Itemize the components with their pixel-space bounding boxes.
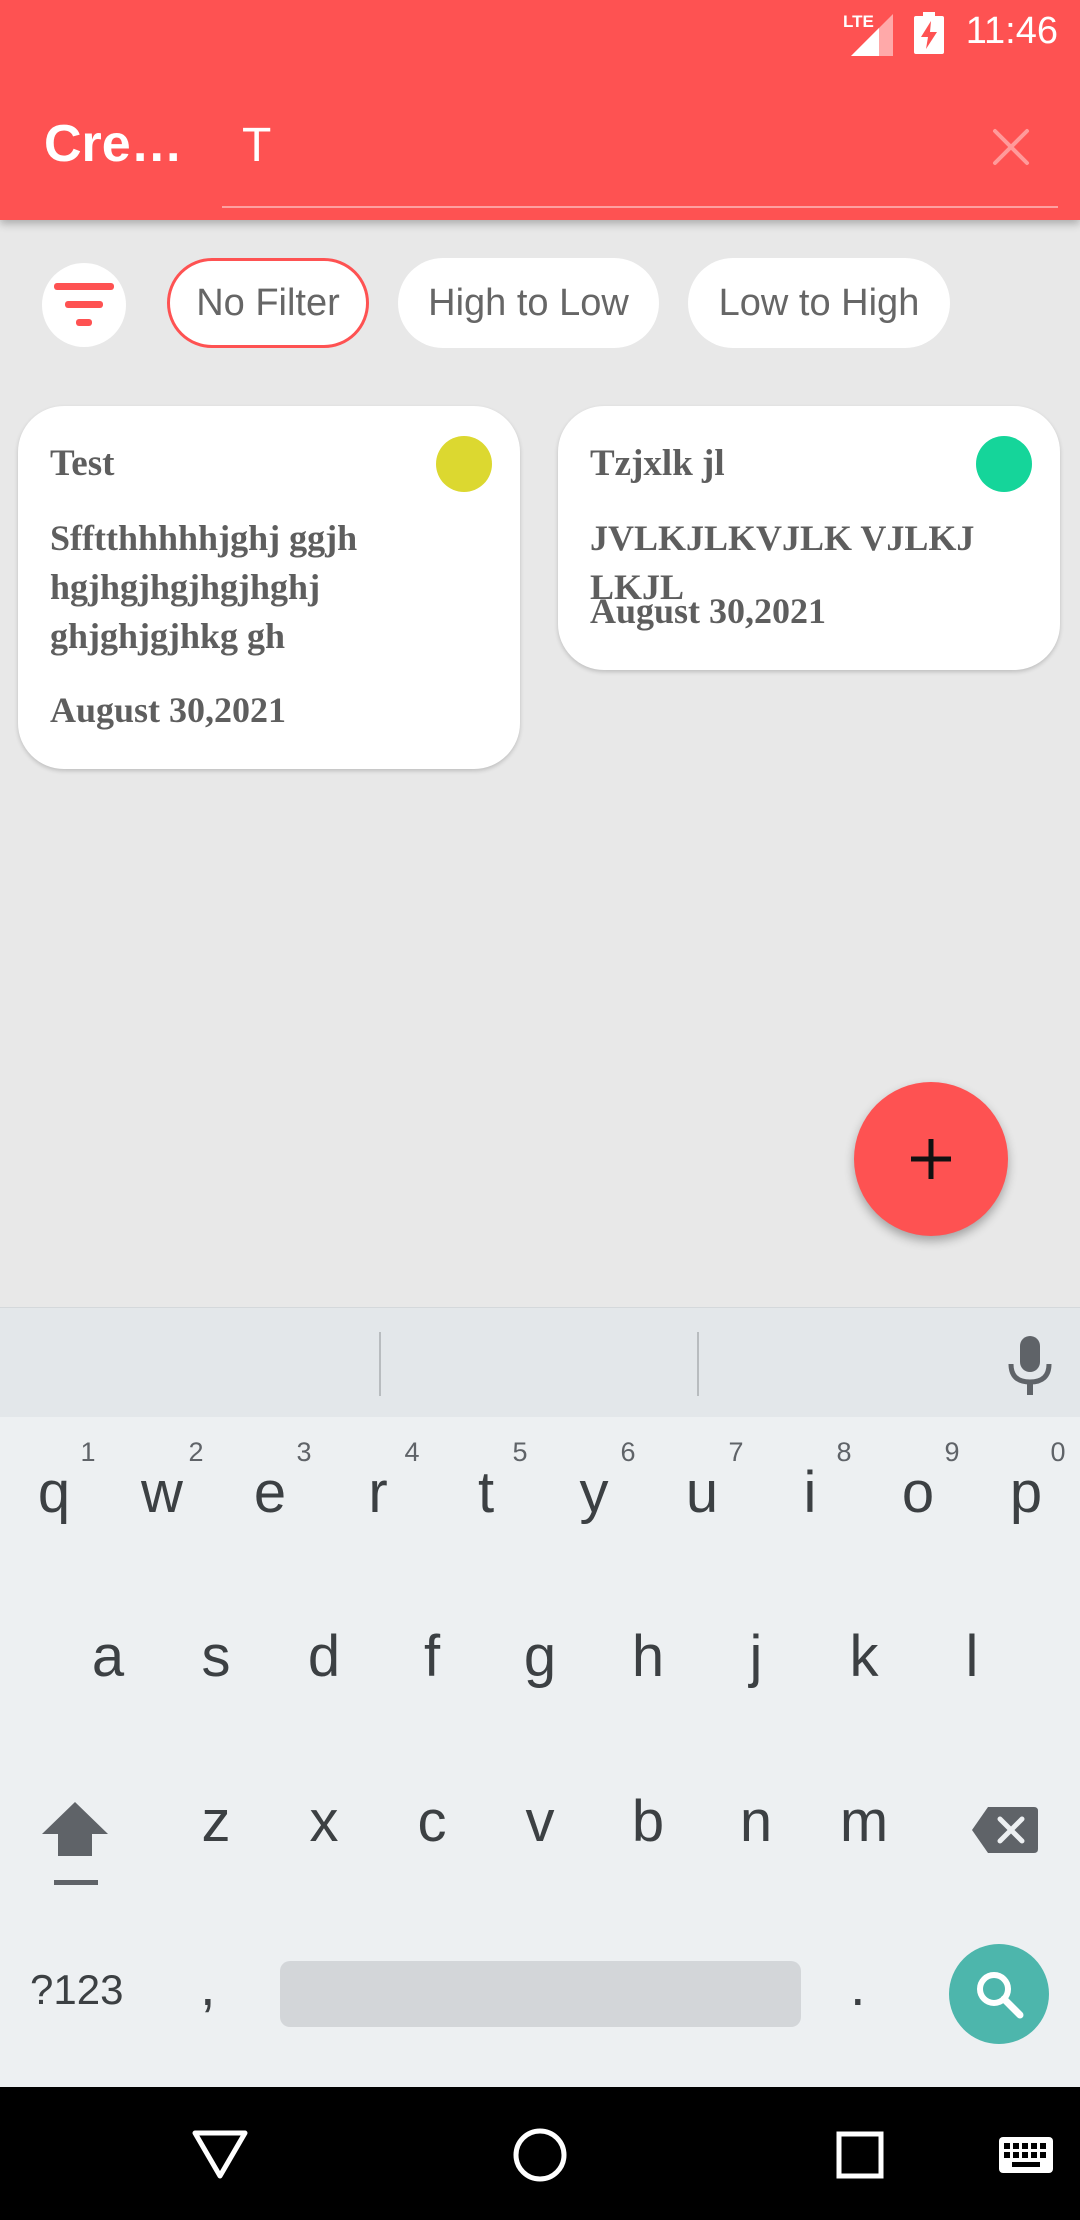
key-y[interactable]: y bbox=[540, 1459, 648, 1526]
chip-no-filter[interactable]: No Filter bbox=[167, 258, 369, 348]
note-date: August 30,2021 bbox=[590, 591, 827, 631]
key-s[interactable]: s bbox=[162, 1623, 270, 1690]
filter-icon bbox=[54, 283, 114, 326]
nav-recents-button[interactable] bbox=[826, 2121, 894, 2189]
priority-dot bbox=[436, 436, 492, 492]
key-t[interactable]: t bbox=[432, 1459, 540, 1526]
key-p[interactable]: p bbox=[972, 1459, 1080, 1526]
key-h[interactable]: h bbox=[594, 1623, 702, 1690]
search-input[interactable]: T bbox=[222, 108, 1058, 208]
key-a[interactable]: a bbox=[54, 1623, 162, 1690]
note-title: Tzjxlk jl bbox=[590, 443, 725, 484]
keyboard-icon bbox=[999, 2137, 1053, 2173]
page-title: Cre… bbox=[44, 115, 183, 173]
key-l[interactable]: l bbox=[918, 1623, 1026, 1690]
key-z[interactable]: z bbox=[162, 1788, 270, 1855]
shift-icon[interactable] bbox=[40, 1800, 110, 1890]
navigation-bar bbox=[0, 2087, 1080, 2220]
key-g[interactable]: g bbox=[486, 1623, 594, 1690]
home-icon bbox=[513, 2128, 567, 2182]
key-e[interactable]: e bbox=[216, 1459, 324, 1526]
recents-icon bbox=[836, 2131, 884, 2179]
key-k[interactable]: k bbox=[810, 1623, 918, 1690]
plus-icon bbox=[911, 1139, 951, 1179]
note-card[interactable]: Test Sfftthhhhhjghj ggjh hgjhgjhgjhgjhgh… bbox=[18, 406, 520, 769]
backspace-icon[interactable] bbox=[970, 1805, 1040, 1855]
chip-high-to-low[interactable]: High to Low bbox=[398, 258, 659, 348]
key-period[interactable]: . bbox=[850, 1953, 866, 2018]
key-j[interactable]: j bbox=[702, 1623, 810, 1690]
note-title: Test bbox=[50, 443, 115, 484]
keyboard-suggestion-bar bbox=[0, 1307, 1080, 1417]
app-bar: LTE 11:46 Cre… T bbox=[0, 0, 1080, 220]
network-label: LTE bbox=[843, 12, 874, 31]
chip-low-to-high[interactable]: Low to High bbox=[688, 258, 950, 348]
filter-button[interactable] bbox=[42, 263, 126, 347]
key-r[interactable]: r bbox=[324, 1459, 432, 1526]
key-x[interactable]: x bbox=[270, 1788, 378, 1855]
key-i[interactable]: i bbox=[756, 1459, 864, 1526]
key-f[interactable]: f bbox=[378, 1623, 486, 1690]
key-b[interactable]: b bbox=[594, 1788, 702, 1855]
close-icon[interactable] bbox=[976, 112, 1046, 182]
note-body: Sfftthhhhhjghj ggjh hgjhgjhgjhgjhghj ghj… bbox=[50, 518, 358, 656]
status-bar: LTE 11:46 bbox=[0, 0, 1080, 66]
suggestion-divider bbox=[379, 1332, 381, 1396]
key-o[interactable]: o bbox=[864, 1459, 972, 1526]
battery-charging-icon bbox=[914, 12, 944, 54]
nav-back-button[interactable] bbox=[186, 2121, 254, 2189]
nav-keyboard-button[interactable] bbox=[992, 2121, 1060, 2189]
note-card[interactable]: Tzjxlk jl JVLKJLKVJLK VJLKJ LKJL August … bbox=[558, 406, 1060, 670]
note-date: August 30,2021 bbox=[50, 690, 287, 730]
key-comma[interactable]: , bbox=[200, 1953, 216, 2018]
nav-home-button[interactable] bbox=[506, 2121, 574, 2189]
search-icon bbox=[977, 1972, 1024, 2019]
back-icon bbox=[192, 2130, 248, 2179]
key-symbols[interactable]: ?123 bbox=[30, 1966, 123, 2014]
suggestion-divider bbox=[697, 1332, 699, 1396]
key-m[interactable]: m bbox=[810, 1788, 918, 1855]
add-note-button[interactable] bbox=[854, 1082, 1008, 1236]
priority-dot bbox=[976, 436, 1032, 492]
key-u[interactable]: u bbox=[648, 1459, 756, 1526]
on-screen-keyboard: 1 2 3 4 5 6 7 8 9 0 q w e r t y u i o p … bbox=[0, 1417, 1080, 2087]
key-d[interactable]: d bbox=[270, 1623, 378, 1690]
microphone-icon[interactable] bbox=[1003, 1336, 1057, 1396]
key-search[interactable] bbox=[949, 1944, 1049, 2044]
key-space[interactable] bbox=[280, 1961, 801, 2027]
key-n[interactable]: n bbox=[702, 1788, 810, 1855]
search-input-value: T bbox=[242, 119, 272, 172]
key-c[interactable]: c bbox=[378, 1788, 486, 1855]
key-v[interactable]: v bbox=[486, 1788, 594, 1855]
key-w[interactable]: w bbox=[108, 1459, 216, 1526]
key-q[interactable]: q bbox=[0, 1459, 108, 1526]
status-time: 11:46 bbox=[965, 10, 1058, 52]
